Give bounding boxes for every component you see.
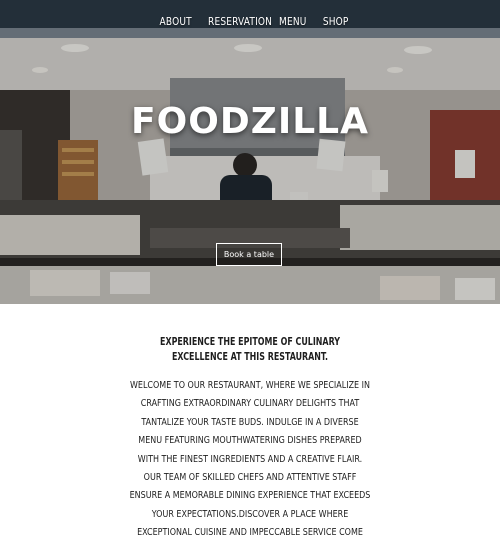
top-nav: ABOUT RESERVATION MENU SHOP <box>0 15 500 33</box>
brand-title: FOODZILLA <box>131 101 369 142</box>
nav-shop-link[interactable]: SHOP <box>323 15 349 28</box>
nav-reservation-link[interactable]: RESERVATION <box>208 15 272 28</box>
about-heading: EXPERIENCE THE EPITOME OF CULINARY EXCEL… <box>160 336 340 363</box>
hero-section: ABOUT RESERVATION MENU SHOP FOODZILLA Bo… <box>0 0 500 304</box>
nav-menu-link[interactable]: MENU <box>279 15 306 28</box>
about-body: WELCOME TO OUR RESTAURANT, WHERE WE SPEC… <box>129 380 371 539</box>
about-section: EXPERIENCE THE EPITOME OF CULINARY EXCEL… <box>0 304 500 538</box>
book-table-button[interactable]: Book a table <box>216 243 282 266</box>
nav-about-link[interactable]: ABOUT <box>160 15 192 28</box>
